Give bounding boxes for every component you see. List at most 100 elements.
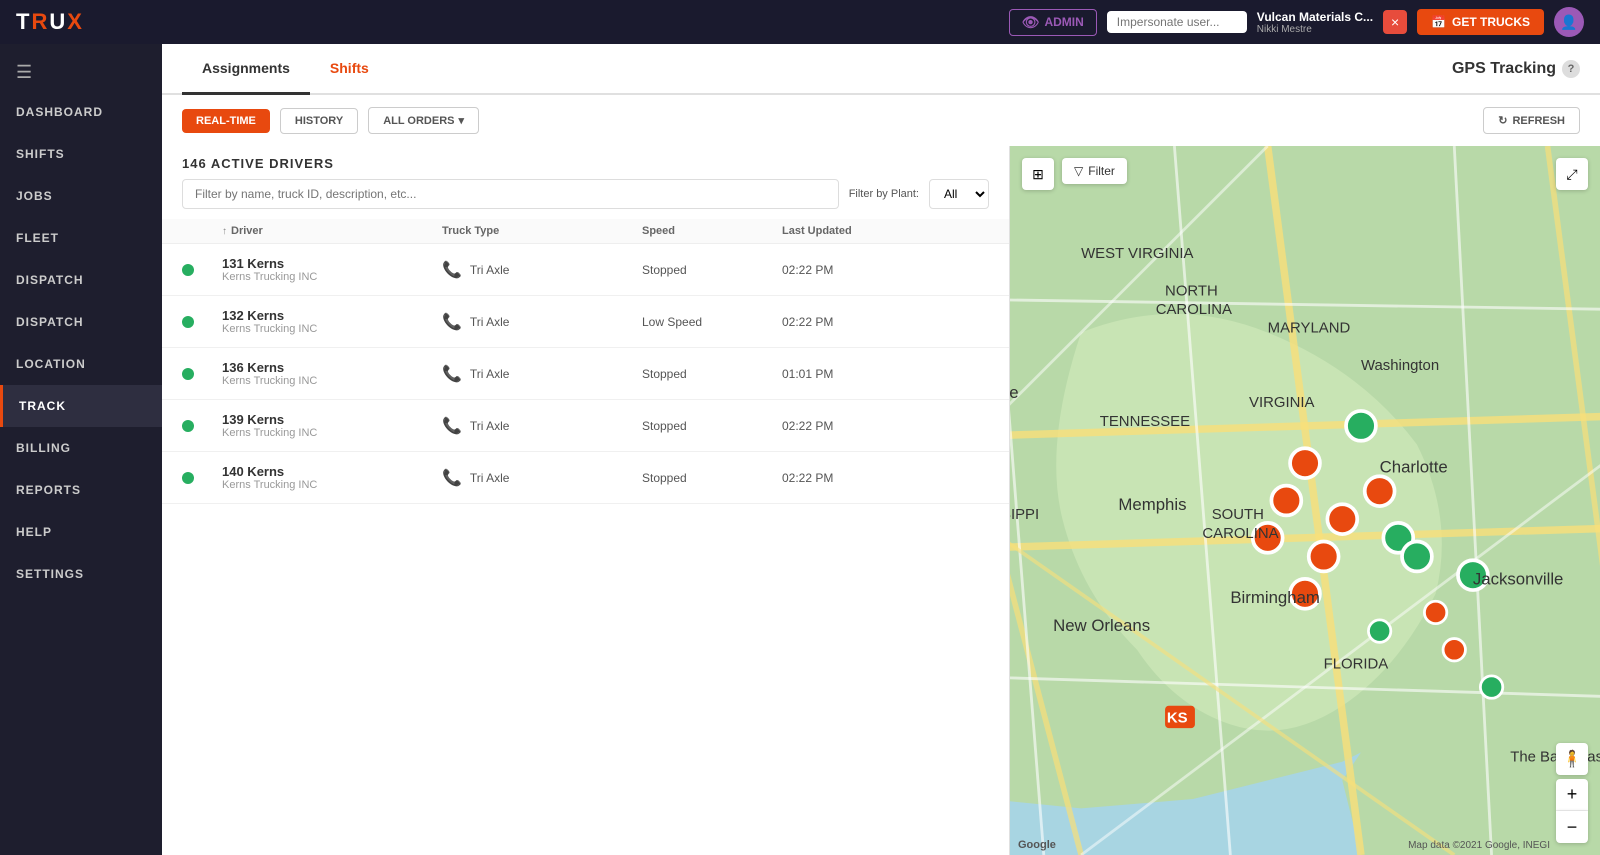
all-orders-button[interactable]: ALL ORDERS ▾ bbox=[368, 107, 479, 134]
sidebar-item-dispatch2[interactable]: DISPATCH bbox=[0, 301, 162, 343]
svg-text:Washington: Washington bbox=[1361, 357, 1439, 374]
calendar-icon: 📅 bbox=[1431, 15, 1446, 29]
th-status bbox=[182, 225, 222, 237]
phone-cell: 📞 Tri Axle bbox=[442, 364, 642, 384]
sidebar-item-jobs[interactable]: JOBS bbox=[0, 175, 162, 217]
table-row[interactable]: 131 Kerns Kerns Trucking INC 📞 Tri Axle … bbox=[162, 244, 1009, 296]
map-zoom-in-button[interactable]: + bbox=[1556, 779, 1588, 811]
realtime-button[interactable]: REAL-TIME bbox=[182, 109, 270, 133]
driver-name: 140 Kerns bbox=[222, 464, 442, 479]
svg-text:SOUTH: SOUTH bbox=[1212, 506, 1264, 523]
truck-type: Tri Axle bbox=[470, 419, 510, 433]
table-row[interactable]: 132 Kerns Kerns Trucking INC 📞 Tri Axle … bbox=[162, 296, 1009, 348]
sidebar-item-reports[interactable]: REPORTS bbox=[0, 469, 162, 511]
map-container[interactable]: Nashville Memphis Birmingham Charlotte J… bbox=[1010, 146, 1600, 855]
logo: TRUX bbox=[16, 9, 84, 35]
phone-cell: 📞 Tri Axle bbox=[442, 468, 642, 488]
svg-text:MISSISSIPPI: MISSISSIPPI bbox=[1010, 506, 1039, 523]
th-speed: Speed bbox=[642, 225, 782, 237]
impersonate-input[interactable] bbox=[1107, 11, 1247, 33]
th-driver[interactable]: ↑ Driver bbox=[222, 225, 442, 237]
gps-help-icon[interactable]: ? bbox=[1562, 60, 1580, 78]
status-indicator bbox=[182, 472, 222, 484]
driver-speed: Low Speed bbox=[642, 315, 782, 329]
sidebar-item-fleet[interactable]: FLEET bbox=[0, 217, 162, 259]
tabs-left: Assignments Shifts bbox=[182, 44, 389, 93]
tab-assignments[interactable]: Assignments bbox=[182, 44, 310, 95]
phone-icon[interactable]: 📞 bbox=[442, 312, 462, 332]
map-filter-button[interactable]: ▽ Filter bbox=[1062, 158, 1127, 184]
driver-speed: Stopped bbox=[642, 263, 782, 277]
phone-icon[interactable]: 📞 bbox=[442, 468, 462, 488]
sidebar-item-location[interactable]: LOCATION bbox=[0, 343, 162, 385]
history-button[interactable]: HISTORY bbox=[280, 108, 358, 134]
map-streetview-button[interactable]: 🧍 bbox=[1556, 743, 1588, 775]
sidebar-item-shifts[interactable]: SHIFTS bbox=[0, 133, 162, 175]
body-split: 146 ACTIVE DRIVERS Filter by Plant: All … bbox=[162, 146, 1600, 855]
gps-tracking-title: GPS Tracking ? bbox=[1452, 60, 1580, 78]
company-info: Vulcan Materials C... Nikki Mestre bbox=[1257, 10, 1373, 35]
tabs-bar: Assignments Shifts GPS Tracking ? bbox=[162, 44, 1600, 95]
top-bar-right: 👁 ADMIN Vulcan Materials C... Nikki Mest… bbox=[1009, 7, 1584, 37]
close-company-button[interactable]: × bbox=[1383, 10, 1407, 34]
driver-speed: Stopped bbox=[642, 419, 782, 433]
table-row[interactable]: 140 Kerns Kerns Trucking INC 📞 Tri Axle … bbox=[162, 452, 1009, 504]
refresh-icon: ↻ bbox=[1498, 114, 1507, 127]
filter-row: Filter by Plant: All bbox=[162, 179, 1009, 219]
svg-text:TENNESSEE: TENNESSEE bbox=[1100, 413, 1190, 430]
user-avatar-button[interactable]: 👤 bbox=[1554, 7, 1584, 37]
svg-text:Jacksonville: Jacksonville bbox=[1473, 569, 1563, 588]
svg-text:KS: KS bbox=[1167, 710, 1188, 727]
phone-icon[interactable]: 📞 bbox=[442, 364, 462, 384]
map-layers-button[interactable]: ⊞ bbox=[1022, 158, 1054, 190]
tab-shifts[interactable]: Shifts bbox=[310, 44, 389, 95]
sidebar-item-billing[interactable]: BILLING bbox=[0, 427, 162, 469]
user-icon: 👤 bbox=[1560, 14, 1577, 31]
plant-select[interactable]: All bbox=[929, 179, 989, 209]
google-logo: Google bbox=[1018, 839, 1056, 851]
filter-input[interactable] bbox=[182, 179, 839, 209]
driver-rows: 131 Kerns Kerns Trucking INC 📞 Tri Axle … bbox=[162, 244, 1009, 504]
phone-icon[interactable]: 📞 bbox=[442, 416, 462, 436]
app-body: ☰ DASHBOARD SHIFTS JOBS FLEET DISPATCH D… bbox=[0, 44, 1600, 855]
truck-type: Tri Axle bbox=[470, 367, 510, 381]
sidebar-item-settings[interactable]: SETTINGS bbox=[0, 553, 162, 595]
main-content: Assignments Shifts GPS Tracking ? REAL-T… bbox=[162, 44, 1600, 855]
phone-icon[interactable]: 📞 bbox=[442, 260, 462, 280]
svg-text:CAROLINA: CAROLINA bbox=[1156, 301, 1232, 318]
truck-type: Tri Axle bbox=[470, 315, 510, 329]
svg-text:WEST VIRGINIA: WEST VIRGINIA bbox=[1081, 245, 1193, 262]
driver-count: 146 ACTIVE DRIVERS bbox=[162, 146, 1009, 179]
svg-text:Nashville: Nashville bbox=[1010, 383, 1019, 402]
sidebar-item-dashboard[interactable]: DASHBOARD bbox=[0, 91, 162, 133]
phone-cell: 📞 Tri Axle bbox=[442, 260, 642, 280]
driver-info: 139 Kerns Kerns Trucking INC bbox=[222, 412, 442, 439]
svg-text:VIRGINIA: VIRGINIA bbox=[1249, 394, 1314, 411]
refresh-button[interactable]: ↻ REFRESH bbox=[1483, 107, 1580, 134]
svg-text:CAROLINA: CAROLINA bbox=[1202, 525, 1278, 542]
svg-text:NORTH: NORTH bbox=[1165, 282, 1218, 299]
map-zoom-out-button[interactable]: − bbox=[1556, 811, 1588, 843]
sidebar-item-dispatch1[interactable]: DISPATCH bbox=[0, 259, 162, 301]
driver-panel: 146 ACTIVE DRIVERS Filter by Plant: All … bbox=[162, 146, 1010, 855]
fullscreen-icon: ⤢ bbox=[1566, 166, 1577, 183]
sidebar-toggle[interactable]: ☰ bbox=[0, 54, 162, 91]
driver-speed: Stopped bbox=[642, 367, 782, 381]
driver-name: 139 Kerns bbox=[222, 412, 442, 427]
svg-text:MARYLAND: MARYLAND bbox=[1268, 320, 1351, 337]
driver-company: Kerns Trucking INC bbox=[222, 427, 442, 439]
driver-company: Kerns Trucking INC bbox=[222, 479, 442, 491]
driver-info: 131 Kerns Kerns Trucking INC bbox=[222, 256, 442, 283]
driver-speed: Stopped bbox=[642, 471, 782, 485]
sidebar-item-help[interactable]: HELP bbox=[0, 511, 162, 553]
svg-text:New Orleans: New Orleans bbox=[1053, 616, 1150, 635]
truck-type: Tri Axle bbox=[470, 471, 510, 485]
sidebar-item-track[interactable]: TRACK bbox=[0, 385, 162, 427]
driver-last-updated: 02:22 PM bbox=[782, 471, 932, 485]
admin-button[interactable]: 👁 ADMIN bbox=[1009, 9, 1097, 36]
table-row[interactable]: 136 Kerns Kerns Trucking INC 📞 Tri Axle … bbox=[162, 348, 1009, 400]
table-row[interactable]: 139 Kerns Kerns Trucking INC 📞 Tri Axle … bbox=[162, 400, 1009, 452]
chevron-down-icon: ▾ bbox=[459, 114, 465, 127]
get-trucks-button[interactable]: 📅 GET TRUCKS bbox=[1417, 9, 1544, 35]
map-fullscreen-button[interactable]: ⤢ bbox=[1556, 158, 1588, 190]
